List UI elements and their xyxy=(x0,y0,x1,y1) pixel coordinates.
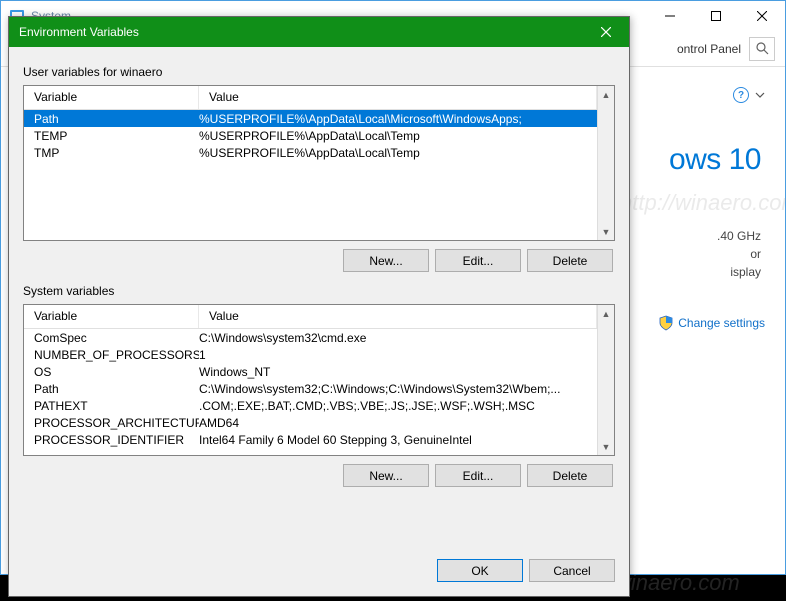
table-row[interactable]: TEMP%USERPROFILE%\AppData\Local\Temp xyxy=(24,127,597,144)
windows-brand: ows 10 xyxy=(669,143,761,177)
spec-processor: or xyxy=(750,247,761,261)
system-delete-button[interactable]: Delete xyxy=(527,464,613,487)
search-icon xyxy=(756,42,769,55)
dialog-close-button[interactable] xyxy=(583,17,629,47)
ok-button[interactable]: OK xyxy=(437,559,523,582)
system-edit-button[interactable]: Edit... xyxy=(435,464,521,487)
user-edit-button[interactable]: Edit... xyxy=(435,249,521,272)
cell-value: C:\Windows\system32;C:\Windows;C:\Window… xyxy=(199,382,597,396)
cell-value: Intel64 Family 6 Model 60 Stepping 3, Ge… xyxy=(199,433,597,447)
close-button[interactable] xyxy=(739,1,785,31)
cell-variable: PROCESSOR_IDENTIFIER xyxy=(24,433,199,447)
change-settings-link[interactable]: Change settings xyxy=(658,315,765,331)
list-header: Variable Value xyxy=(24,305,597,329)
cell-variable: OS xyxy=(24,365,199,379)
system-variables-section: System variables Variable Value ComSpecC… xyxy=(23,278,615,493)
system-variables-list[interactable]: Variable Value ComSpecC:\Windows\system3… xyxy=(23,304,615,456)
spec-cpu: .40 GHz xyxy=(717,229,761,243)
search-input[interactable] xyxy=(749,37,775,61)
minimize-button[interactable] xyxy=(647,1,693,31)
user-new-button[interactable]: New... xyxy=(343,249,429,272)
shield-icon xyxy=(658,315,674,331)
scroll-down-button[interactable]: ▼ xyxy=(598,223,614,240)
help-icon: ? xyxy=(733,87,749,103)
cell-value: AMD64 xyxy=(199,416,597,430)
control-panel-label: ontrol Panel xyxy=(677,42,741,56)
table-row[interactable]: PROCESSOR_IDENTIFIERIntel64 Family 6 Mod… xyxy=(24,431,597,448)
dialog-title: Environment Variables xyxy=(19,25,139,39)
scroll-up-button[interactable]: ▲ xyxy=(598,86,614,103)
col-variable[interactable]: Variable xyxy=(24,86,199,109)
table-row[interactable]: PathC:\Windows\system32;C:\Windows;C:\Wi… xyxy=(24,380,597,397)
spec-display: isplay xyxy=(730,265,761,279)
cell-value: Windows_NT xyxy=(199,365,597,379)
dialog-footer: OK Cancel xyxy=(9,551,629,596)
dialog-titlebar: Environment Variables xyxy=(9,17,629,47)
scroll-track[interactable] xyxy=(598,322,614,438)
scroll-track[interactable] xyxy=(598,103,614,223)
table-row[interactable]: TMP%USERPROFILE%\AppData\Local\Temp xyxy=(24,144,597,161)
cell-variable: PATHEXT xyxy=(24,399,199,413)
cancel-button[interactable]: Cancel xyxy=(529,559,615,582)
scrollbar[interactable]: ▲ ▼ xyxy=(597,86,614,240)
table-row[interactable]: PATHEXT.COM;.EXE;.BAT;.CMD;.VBS;.VBE;.JS… xyxy=(24,397,597,414)
cell-value: %USERPROFILE%\AppData\Local\Temp xyxy=(199,129,597,143)
user-variables-label: User variables for winaero xyxy=(23,65,615,79)
user-buttons: New... Edit... Delete xyxy=(23,249,613,272)
table-row[interactable]: Path%USERPROFILE%\AppData\Local\Microsof… xyxy=(24,110,597,127)
cell-variable: Path xyxy=(24,112,199,126)
cell-value: C:\Windows\system32\cmd.exe xyxy=(199,331,597,345)
system-variables-label: System variables xyxy=(23,284,615,298)
user-variables-list[interactable]: Variable Value Path%USERPROFILE%\AppData… xyxy=(23,85,615,241)
cell-variable: TEMP xyxy=(24,129,199,143)
change-settings-label: Change settings xyxy=(678,316,765,330)
system-buttons: New... Edit... Delete xyxy=(23,464,613,487)
help-link[interactable]: ? xyxy=(733,87,765,103)
system-new-button[interactable]: New... xyxy=(343,464,429,487)
cell-variable: TMP xyxy=(24,146,199,160)
cell-value: %USERPROFILE%\AppData\Local\Microsoft\Wi… xyxy=(199,112,597,126)
user-variables-section: User variables for winaero Variable Valu… xyxy=(23,59,615,278)
cell-variable: PROCESSOR_ARCHITECTURE xyxy=(24,416,199,430)
col-variable[interactable]: Variable xyxy=(24,305,199,328)
environment-variables-dialog: Environment Variables User variables for… xyxy=(8,16,630,597)
table-row[interactable]: PROCESSOR_ARCHITECTUREAMD64 xyxy=(24,414,597,431)
cell-value: 1 xyxy=(199,348,597,362)
cell-variable: ComSpec xyxy=(24,331,199,345)
window-controls xyxy=(647,1,785,31)
scroll-up-button[interactable]: ▲ xyxy=(598,305,614,322)
cell-variable: NUMBER_OF_PROCESSORS xyxy=(24,348,199,362)
scroll-down-button[interactable]: ▼ xyxy=(598,438,614,455)
table-row[interactable]: OSWindows_NT xyxy=(24,363,597,380)
col-value[interactable]: Value xyxy=(199,86,597,109)
table-row[interactable]: NUMBER_OF_PROCESSORS1 xyxy=(24,346,597,363)
chevron-down-icon xyxy=(755,90,765,100)
user-delete-button[interactable]: Delete xyxy=(527,249,613,272)
cell-variable: Path xyxy=(24,382,199,396)
list-header: Variable Value xyxy=(24,86,597,110)
cell-value: .COM;.EXE;.BAT;.CMD;.VBS;.VBE;.JS;.JSE;.… xyxy=(199,399,597,413)
scrollbar[interactable]: ▲ ▼ xyxy=(597,305,614,455)
dialog-body: User variables for winaero Variable Valu… xyxy=(9,47,629,551)
cell-value: %USERPROFILE%\AppData\Local\Temp xyxy=(199,146,597,160)
maximize-button[interactable] xyxy=(693,1,739,31)
col-value[interactable]: Value xyxy=(199,305,597,328)
table-row[interactable]: ComSpecC:\Windows\system32\cmd.exe xyxy=(24,329,597,346)
close-icon xyxy=(601,27,611,37)
